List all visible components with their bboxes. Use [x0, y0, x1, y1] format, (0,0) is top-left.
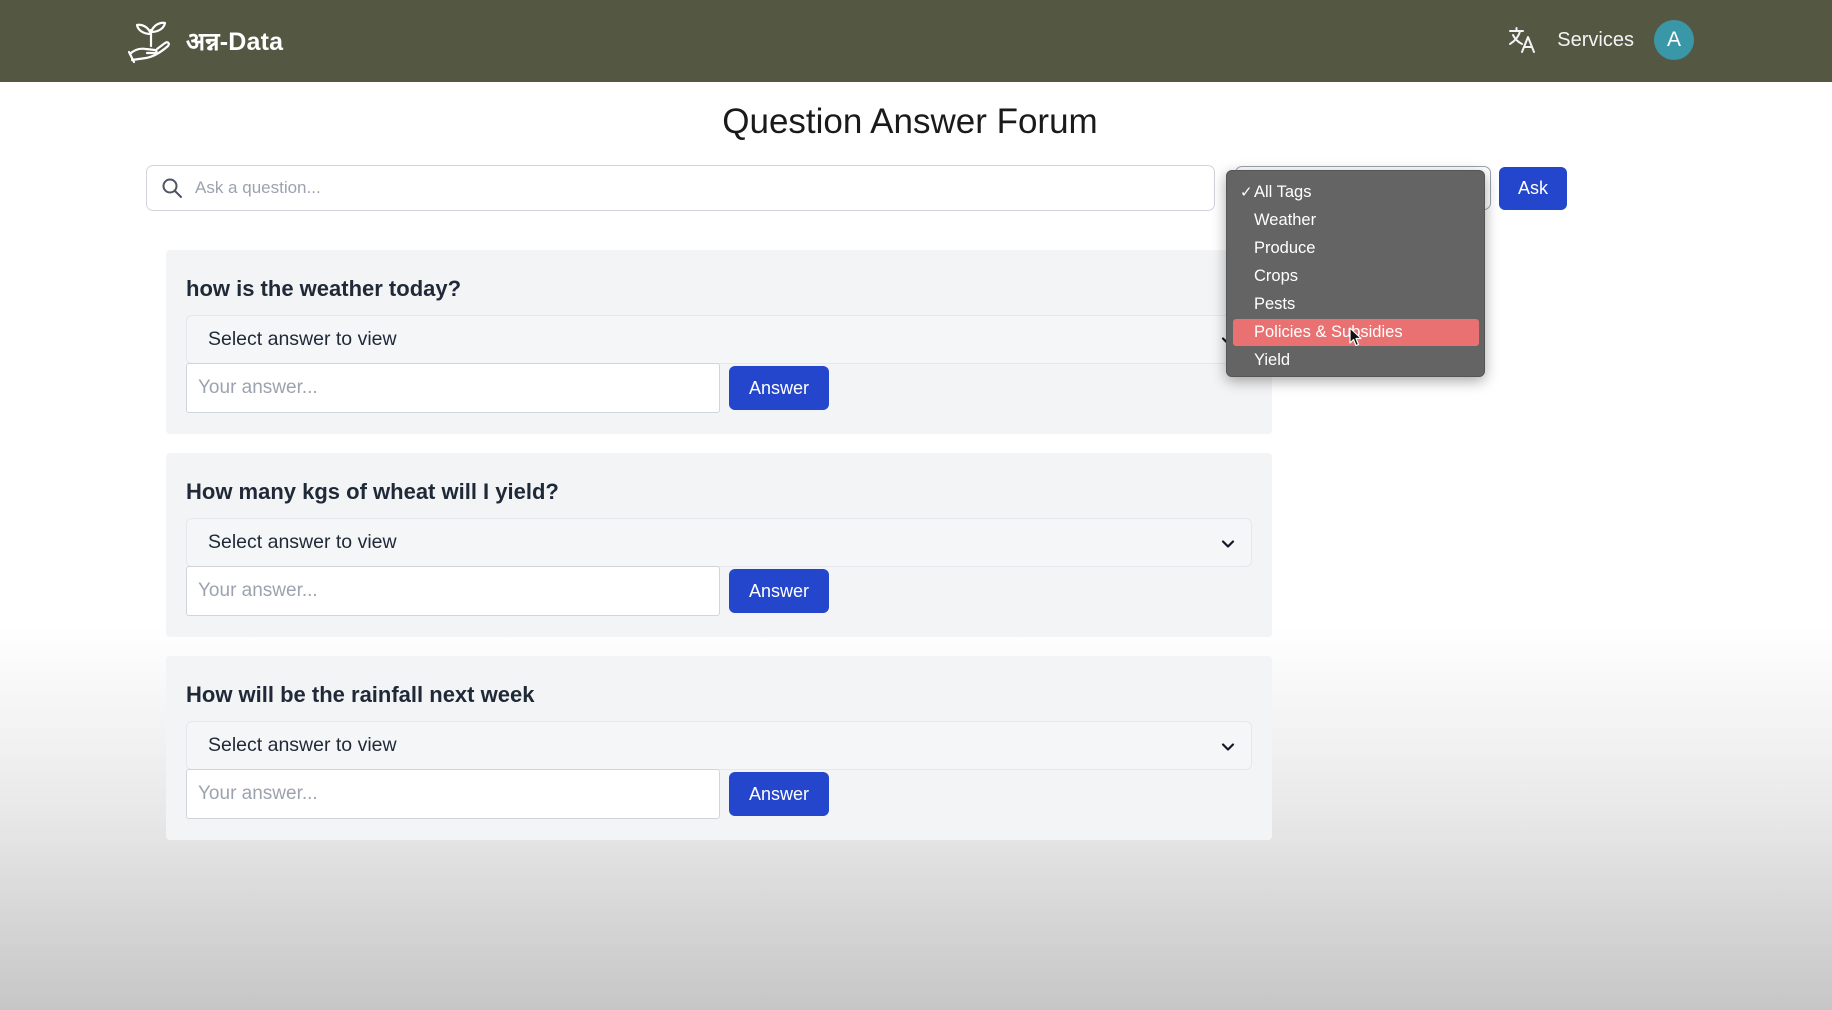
top-navbar: अन्न-Data Services A — [0, 0, 1832, 82]
tag-option-label: Weather — [1254, 211, 1317, 229]
tag-option-label: Policies & Subsidies — [1254, 323, 1403, 341]
answer-select[interactable]: Select answer to view — [186, 721, 1252, 770]
chevron-down-icon — [1221, 743, 1235, 751]
tag-option-pests[interactable]: Pests — [1233, 291, 1479, 318]
answer-input[interactable] — [186, 769, 720, 819]
answer-button[interactable]: Answer — [729, 366, 829, 410]
tag-option-label: Yield — [1254, 351, 1291, 369]
nav-right: Services A — [1507, 20, 1694, 60]
answer-select[interactable]: Select answer to view — [186, 518, 1252, 567]
ask-button[interactable]: Ask — [1499, 167, 1567, 210]
answer-button[interactable]: Answer — [729, 569, 829, 613]
question-title: How will be the rainfall next week — [186, 682, 535, 707]
tag-option-yield[interactable]: Yield — [1233, 347, 1479, 374]
search-icon — [162, 178, 182, 198]
page-title: Question Answer Forum — [722, 102, 1098, 141]
tag-option-label: All Tags — [1254, 183, 1312, 201]
brand-name: अन्न-Data — [186, 28, 284, 56]
search-box[interactable] — [146, 165, 1215, 211]
translate-icon[interactable] — [1507, 25, 1537, 55]
answer-input[interactable] — [186, 566, 720, 616]
question-title: How many kgs of wheat will I yield? — [186, 479, 559, 504]
question-card: How many kgs of wheat will I yield? Sele… — [166, 453, 1272, 637]
mouse-cursor-icon — [1349, 327, 1362, 347]
plant-in-hand-icon — [127, 21, 170, 64]
chevron-down-icon — [1221, 540, 1235, 548]
question-title: how is the weather today? — [186, 276, 462, 301]
answer-select-label: Select answer to view — [208, 531, 397, 553]
answer-button[interactable]: Answer — [729, 772, 829, 816]
tag-option-label: Produce — [1254, 239, 1316, 257]
question-card: how is the weather today? Select answer … — [166, 250, 1272, 434]
search-input[interactable] — [195, 178, 1155, 198]
answer-select-label: Select answer to view — [208, 734, 397, 756]
tag-option-weather[interactable]: Weather — [1233, 207, 1479, 234]
tag-option-label: Crops — [1254, 267, 1299, 285]
answer-select-label: Select answer to view — [208, 328, 397, 350]
question-card: How will be the rainfall next week Selec… — [166, 656, 1272, 840]
checkmark-icon: ✓ — [1240, 184, 1253, 201]
tag-option-label: Pests — [1254, 295, 1296, 313]
tag-option-produce[interactable]: Produce — [1233, 235, 1479, 262]
answer-input[interactable] — [186, 363, 720, 413]
brand[interactable]: अन्न-Data — [126, 16, 283, 66]
user-avatar[interactable]: A — [1654, 20, 1694, 60]
services-link[interactable]: Services — [1557, 29, 1634, 52]
tag-option-crops[interactable]: Crops — [1233, 263, 1479, 290]
tag-option-all-tags[interactable]: ✓ All Tags — [1233, 179, 1479, 206]
answer-select[interactable]: Select answer to view — [186, 315, 1252, 364]
